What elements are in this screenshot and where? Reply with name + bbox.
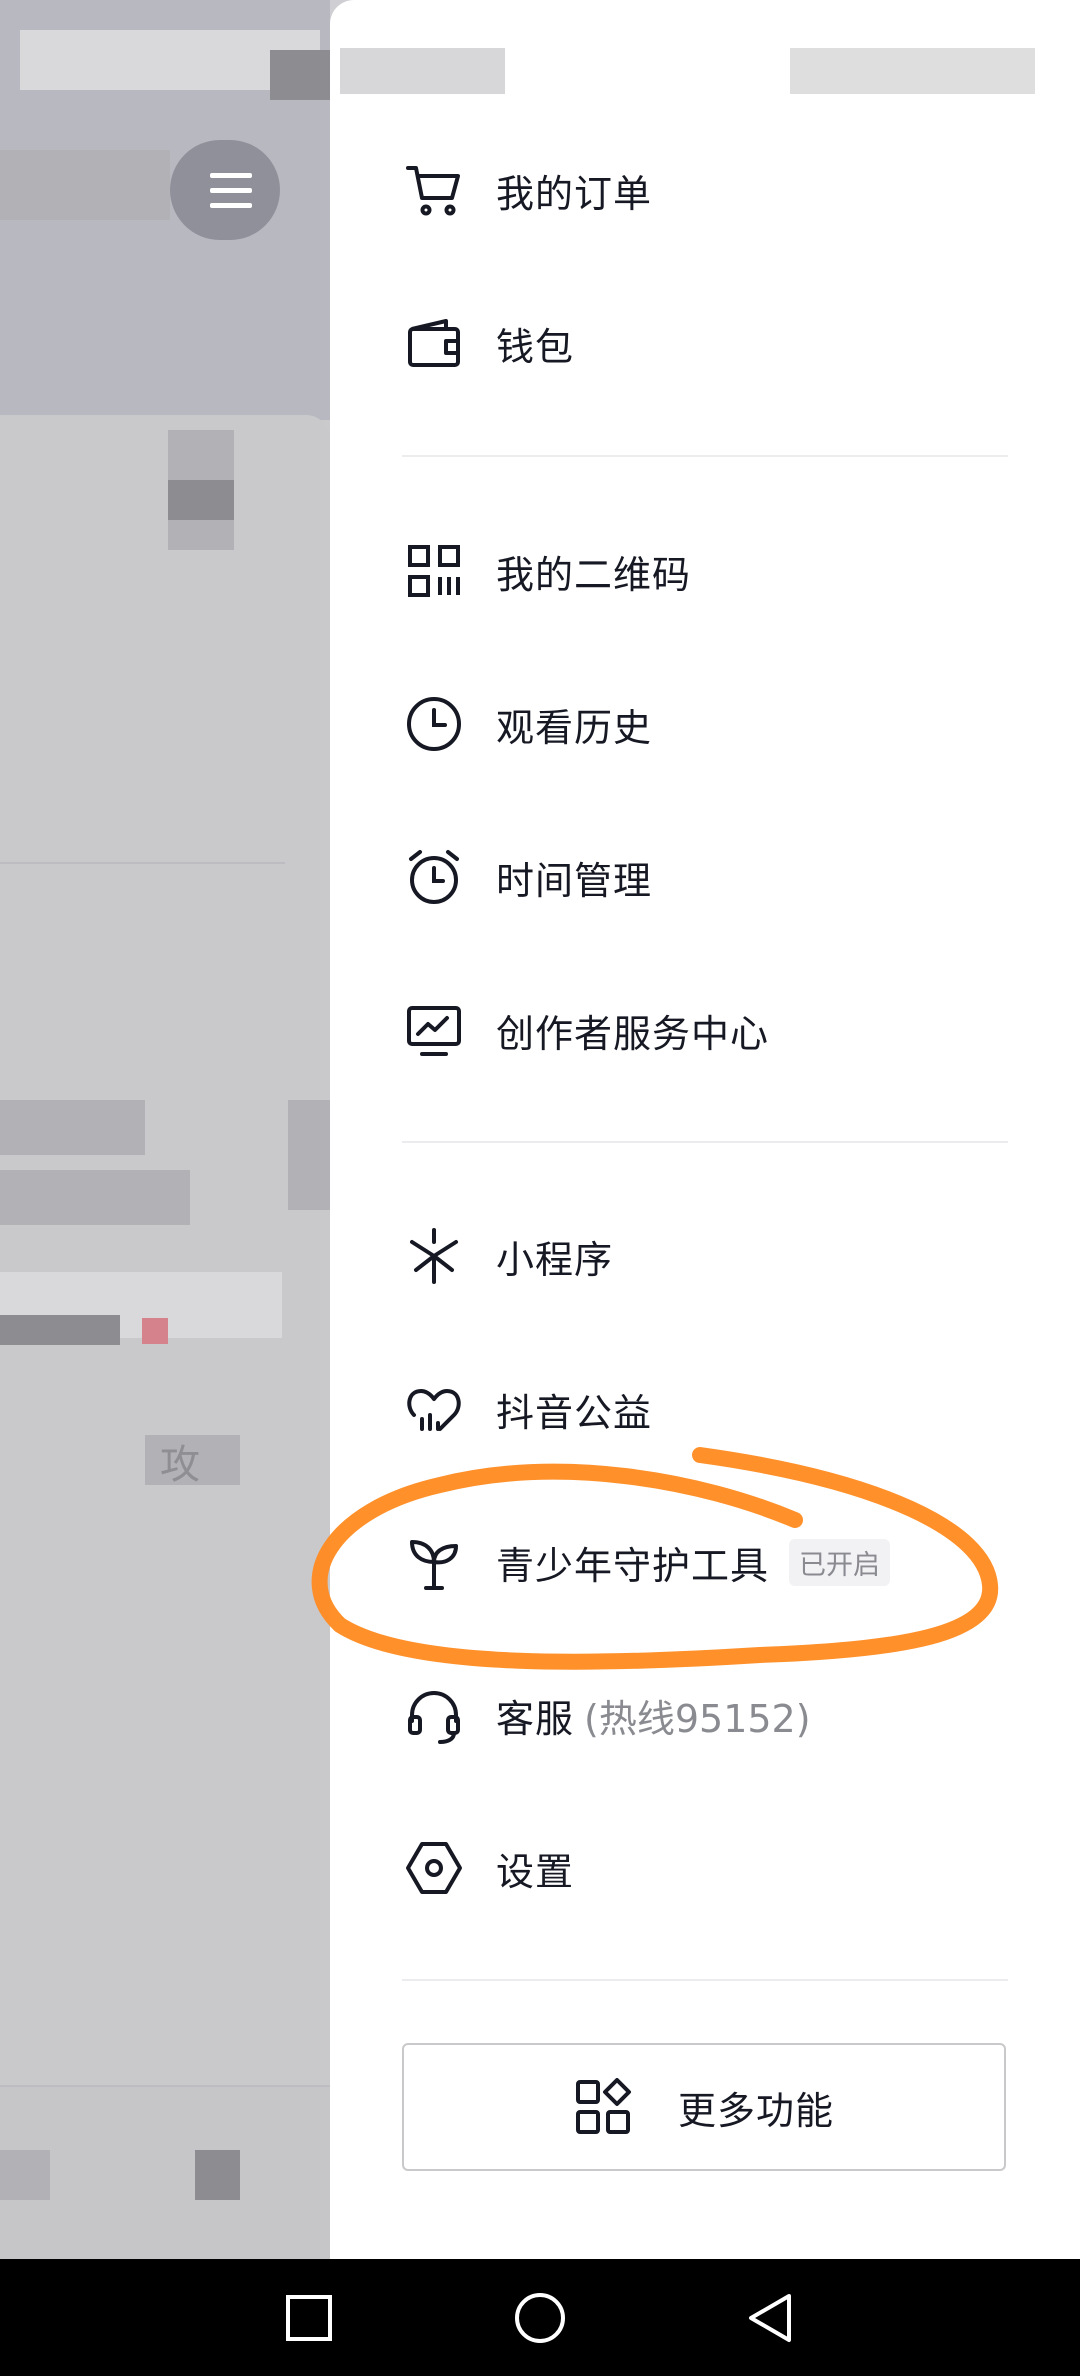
background-menu-button[interactable]	[170, 140, 280, 240]
menu-item-settings[interactable]: 设置	[402, 1808, 1022, 1928]
menu-item-label: 小程序	[496, 1237, 614, 1282]
blurred-block	[0, 1170, 190, 1225]
blurred-red-dot	[142, 1318, 168, 1344]
navigation-bar	[0, 2259, 1080, 2376]
apps-grid-icon	[574, 2078, 632, 2136]
side-drawer: 我的订单 钱包 我的二维码 观看历史 时间管理 创作者服务中心 小程序 抖音公益…	[330, 0, 1080, 2259]
menu-item-charity[interactable]: 抖音公益	[402, 1349, 1022, 1469]
status-bar-blur-right	[790, 48, 1035, 94]
qr-code-icon	[402, 539, 466, 603]
creator-monitor-icon	[402, 998, 466, 1062]
menu-divider	[402, 455, 1008, 457]
menu-item-customer-service[interactable]: 客服 (热线95152)	[402, 1655, 1022, 1775]
menu-item-label: 观看历史	[496, 705, 653, 750]
wallet-icon	[402, 311, 466, 375]
more-features-button[interactable]: 更多功能	[402, 2043, 1006, 2171]
cart-icon	[402, 158, 466, 222]
menu-item-label: 客服	[496, 1696, 575, 1741]
blurred-block	[195, 2150, 240, 2200]
background-partial-text: 攻	[160, 1442, 200, 1488]
blurred-block	[0, 1100, 145, 1155]
menu-item-mini-programs[interactable]: 小程序	[402, 1196, 1022, 1316]
menu-item-label: 设置	[496, 1849, 575, 1894]
mini-program-icon	[402, 1224, 466, 1288]
status-badge: 已开启	[789, 1538, 891, 1586]
blurred-block	[270, 50, 330, 100]
circle-home-icon[interactable]	[503, 2281, 577, 2355]
background-app[interactable]: 攻	[0, 0, 330, 2259]
menu-item-qr-code[interactable]: 我的二维码	[402, 511, 1022, 631]
menu-item-youth-protection[interactable]: 青少年守护工具 已开启	[402, 1502, 1022, 1622]
hotline-text: (热线95152)	[584, 1696, 811, 1741]
blurred-block	[168, 480, 234, 520]
menu-divider	[402, 1979, 1008, 1981]
screen: 攻 我的订单 钱包 我的二维码 观看历史 时间管理 创作者服务中心 小程序 抖音…	[0, 0, 1080, 2259]
blurred-block	[0, 2150, 50, 2200]
menu-item-label: 钱包	[496, 324, 575, 369]
menu-item-label: 创作者服务中心	[496, 1011, 770, 1056]
menu-item-label: 抖音公益	[496, 1390, 653, 1435]
menu-divider	[402, 1141, 1008, 1143]
more-features-label: 更多功能	[677, 2088, 834, 2133]
settings-hexagon-icon	[402, 1836, 466, 1900]
menu-item-creator-center[interactable]: 创作者服务中心	[402, 970, 1022, 1090]
alarm-clock-icon	[402, 845, 466, 909]
charity-heart-icon	[402, 1377, 466, 1441]
background-card	[0, 415, 330, 2095]
blurred-block	[0, 150, 170, 220]
menu-item-wallet[interactable]: 钱包	[402, 283, 1022, 403]
sprout-icon	[402, 1530, 466, 1594]
blurred-block	[0, 1315, 120, 1345]
menu-item-label: 青少年守护工具	[496, 1543, 770, 1588]
background-divider	[0, 862, 285, 864]
menu-item-label: 我的订单	[496, 171, 653, 216]
menu-item-label: 时间管理	[496, 858, 653, 903]
background-divider	[0, 2085, 330, 2087]
menu-item-orders[interactable]: 我的订单	[402, 130, 1022, 250]
square-recents-icon[interactable]	[272, 2281, 346, 2355]
menu-item-label: 我的二维码	[496, 552, 692, 597]
clock-icon	[402, 692, 466, 756]
triangle-back-icon[interactable]	[734, 2281, 808, 2355]
status-bar-blur-left	[340, 48, 505, 94]
menu-item-time-management[interactable]: 时间管理	[402, 817, 1022, 937]
blurred-block	[288, 1100, 330, 1210]
menu-item-history[interactable]: 观看历史	[402, 664, 1022, 784]
headset-icon	[402, 1683, 466, 1747]
